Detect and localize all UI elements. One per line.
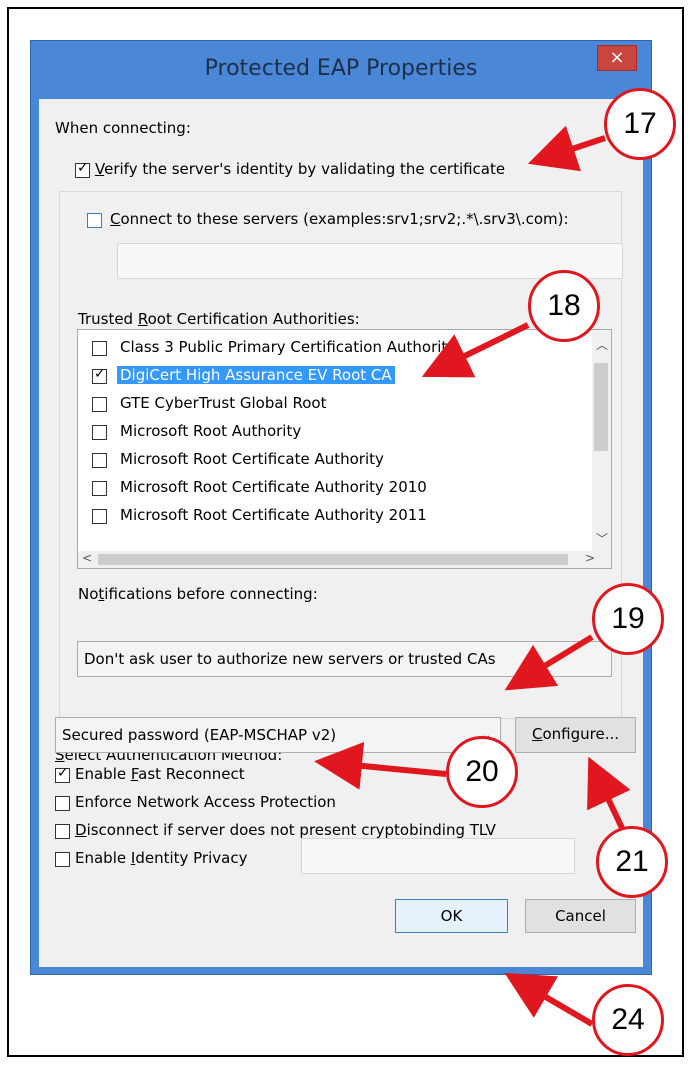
arrow-19 [504, 634, 594, 691]
callout-19: 19 [592, 583, 664, 655]
callout-18: 18 [528, 270, 600, 342]
arrow-24 [504, 972, 594, 1027]
arrow-18 [421, 322, 530, 378]
callout-21: 21 [596, 826, 668, 898]
callout-20: 20 [446, 736, 518, 808]
annotation-arrows [314, 125, 631, 1027]
arrow-17 [527, 125, 606, 172]
callout-17: 17 [604, 88, 676, 160]
callout-24: 24 [592, 984, 664, 1056]
arrow-20 [314, 741, 447, 790]
arrow-21 [587, 756, 631, 830]
